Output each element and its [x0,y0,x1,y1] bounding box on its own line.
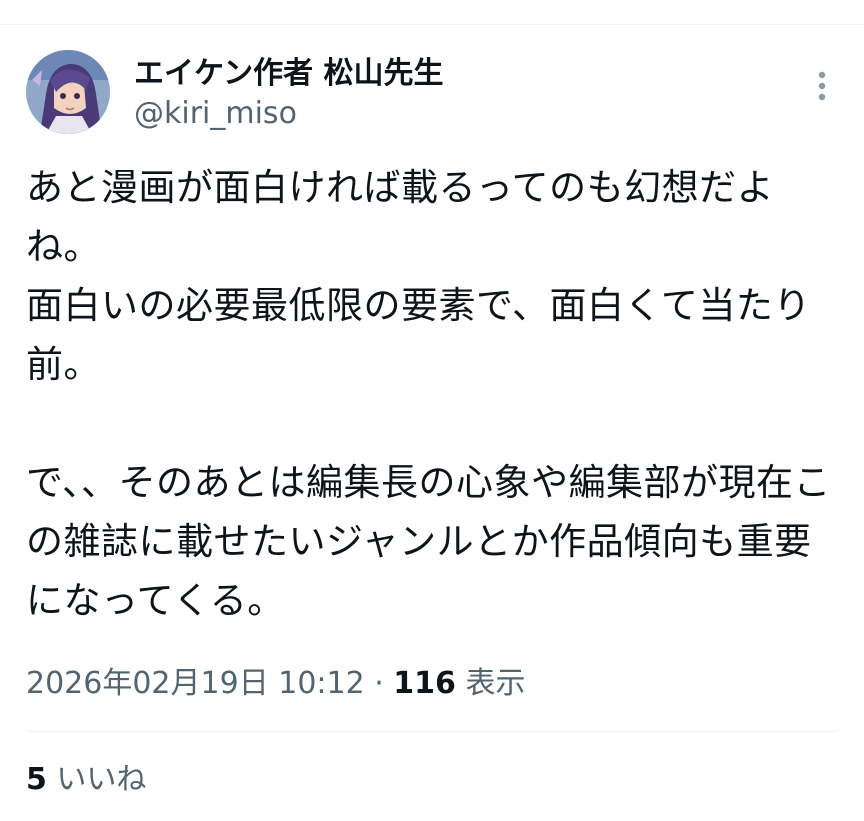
author-display-name[interactable]: エイケン作者 松山先生 [134,54,444,94]
tweet-text: あと漫画が面白ければ載るってのも幻想だよね。 面白いの必要最低限の要素で、面白く… [26,166,832,622]
likes-count: 5 [26,762,47,797]
author-handle[interactable]: @kiri_miso [134,94,297,134]
tweet-detail: エイケン作者 松山先生 @kiri_miso あと漫画が面白ければ載るってのも幻… [0,0,864,821]
avatar-illustration [26,50,110,134]
views-label: 表示 [455,666,526,701]
tweet-meta: 2026年02月19日 10:12 · 116 表示 [26,662,525,706]
more-options-button[interactable] [802,66,842,106]
tweet-timestamp[interactable]: 2026年02月19日 10:12 [26,666,365,701]
more-vertical-icon [818,71,826,101]
divider [26,731,838,732]
views-count: 116 [393,666,456,701]
likes-stat[interactable]: 5 いいね [26,758,146,802]
likes-label: いいね [46,762,147,797]
avatar[interactable] [26,50,110,134]
top-divider [0,24,864,25]
meta-separator: · [364,666,394,701]
